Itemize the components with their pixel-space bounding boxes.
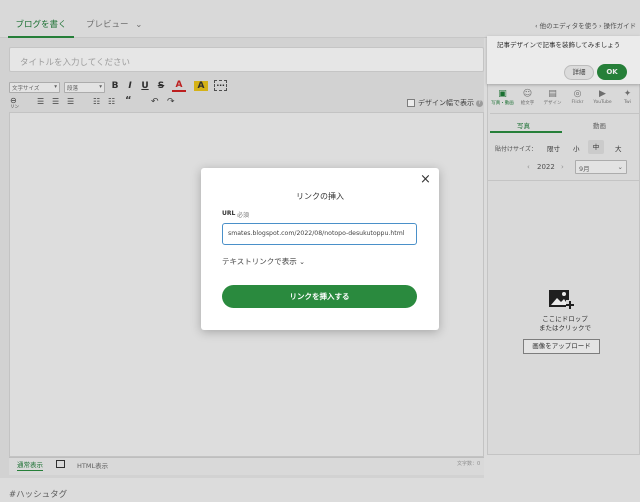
link-dialog: × リンクの挿入 URL 必須 smates.blogspot.com/2022… [201, 168, 439, 330]
close-icon[interactable]: × [420, 172, 431, 187]
url-label: URL [222, 210, 236, 217]
text-link-toggle[interactable]: テキストリンクで表示 ⌄ [222, 256, 305, 267]
dialog-title: リンクの挿入 [296, 192, 344, 201]
required-label: 必須 [237, 212, 250, 219]
insert-link-button[interactable]: リンクを挿入する [222, 285, 417, 308]
chevron-down-icon: ⌄ [299, 258, 306, 266]
url-input[interactable]: smates.blogspot.com/2022/08/notopo-desuk… [222, 223, 417, 245]
text-link-label: テキストリンクで表示 [222, 257, 297, 266]
